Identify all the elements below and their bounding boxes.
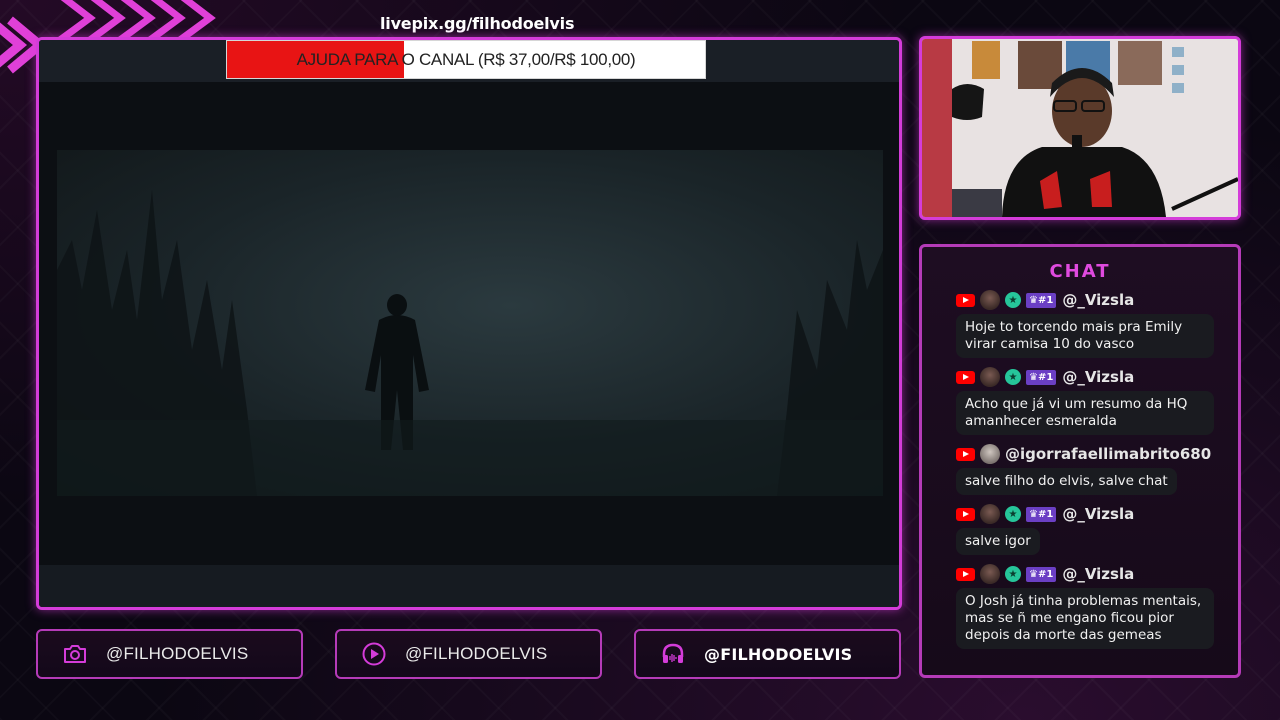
- avatar: [980, 444, 1000, 464]
- social-handle: @FILHODOELVIS: [704, 644, 853, 664]
- member-star-icon: ★: [1005, 292, 1021, 308]
- chat-message-text: salve igor: [956, 528, 1040, 555]
- avatar: [980, 367, 1000, 387]
- chat-message: ★ ♛ #1 @_Vizsla Hoje to torcendo mais pra…: [956, 289, 1232, 358]
- youtube-icon: [956, 370, 975, 384]
- social-handle: @FILHODOELVIS: [106, 644, 249, 663]
- youtube-icon: [956, 567, 975, 581]
- chat-message-header: ★ ♛ #1 @_Vizsla: [956, 563, 1232, 585]
- webcam-frame: [919, 36, 1241, 220]
- chat-message: ★ ♛ #1 @_Vizsla Acho que já vi um resumo …: [956, 366, 1232, 435]
- chat-message: @igorrafaellimabrito680 salve filho do e…: [956, 443, 1232, 495]
- game-scene: [57, 150, 883, 496]
- chat-message-header: ★ ♛ #1 @_Vizsla: [956, 289, 1232, 311]
- chat-message-header: ★ ♛ #1 @_Vizsla: [956, 503, 1232, 525]
- youtube-icon: [956, 507, 975, 521]
- chat-panel: CHAT ★ ♛ #1 @_Vizsla Hoje to torcendo mai…: [919, 244, 1241, 678]
- chat-username[interactable]: @_Vizsla: [1062, 368, 1134, 386]
- chat-message: ★ ♛ #1 @_Vizsla salve igor: [956, 503, 1232, 555]
- crown-badge-text: #1: [1037, 508, 1054, 520]
- camera-icon: [64, 645, 86, 663]
- chat-message-text: O Josh já tinha problemas mentais, mas s…: [956, 588, 1214, 649]
- play-icon: [362, 642, 386, 666]
- avatar: [980, 564, 1000, 584]
- crown-badge: ♛ #1: [1026, 292, 1057, 308]
- chat-title: CHAT: [1049, 261, 1111, 282]
- crown-badge: ♛ #1: [1026, 506, 1057, 522]
- headphones-icon: [662, 643, 684, 663]
- social-youtube[interactable]: @FILHODOELVIS: [335, 629, 602, 679]
- chat-message-text: salve filho do elvis, salve chat: [956, 468, 1177, 495]
- avatar: [980, 290, 1000, 310]
- crown-badge-text: #1: [1037, 294, 1054, 306]
- youtube-icon: [956, 293, 975, 307]
- crown-badge-text: #1: [1037, 371, 1054, 383]
- social-podcast[interactable]: @FILHODOELVIS: [634, 629, 901, 679]
- livepix-url: livepix.gg/filhodoelvis: [380, 14, 575, 33]
- chat-username[interactable]: @_Vizsla: [1062, 291, 1134, 309]
- social-handle: @FILHODOELVIS: [405, 644, 548, 663]
- crown-badge: ♛ #1: [1026, 566, 1057, 582]
- chat-message: ★ ♛ #1 @_Vizsla O Josh já tinha problemas…: [956, 563, 1232, 649]
- chat-username[interactable]: @_Vizsla: [1062, 565, 1134, 583]
- game-letterbox-bottom: [39, 565, 899, 607]
- donation-goal-bar: AJUDA PARA O CANAL (R$ 37,00/R$ 100,00): [226, 40, 706, 79]
- chat-username[interactable]: @igorrafaellimabrito680: [1005, 445, 1211, 463]
- donation-goal-text: AJUDA PARA O CANAL (R$ 37,00/R$ 100,00): [296, 49, 636, 69]
- crown-badge: ♛ #1: [1026, 369, 1057, 385]
- avatar: [980, 504, 1000, 524]
- chat-message-text: Acho que já vi um resumo da HQ amanhecer…: [956, 391, 1214, 435]
- member-star-icon: ★: [1005, 566, 1021, 582]
- chat-message-header: ★ ♛ #1 @_Vizsla: [956, 366, 1232, 388]
- chat-username[interactable]: @_Vizsla: [1062, 505, 1134, 523]
- chat-message-header: @igorrafaellimabrito680: [956, 443, 1232, 465]
- chat-message-text: Hoje to torcendo mais pra Emily virar ca…: [956, 314, 1214, 358]
- chat-message-list[interactable]: ★ ♛ #1 @_Vizsla Hoje to torcendo mais pra…: [956, 289, 1232, 657]
- member-star-icon: ★: [1005, 506, 1021, 522]
- game-capture-frame: [36, 37, 902, 610]
- youtube-icon: [956, 447, 975, 461]
- crown-badge-text: #1: [1037, 568, 1054, 580]
- social-instagram[interactable]: @FILHODOELVIS: [36, 629, 303, 679]
- member-star-icon: ★: [1005, 369, 1021, 385]
